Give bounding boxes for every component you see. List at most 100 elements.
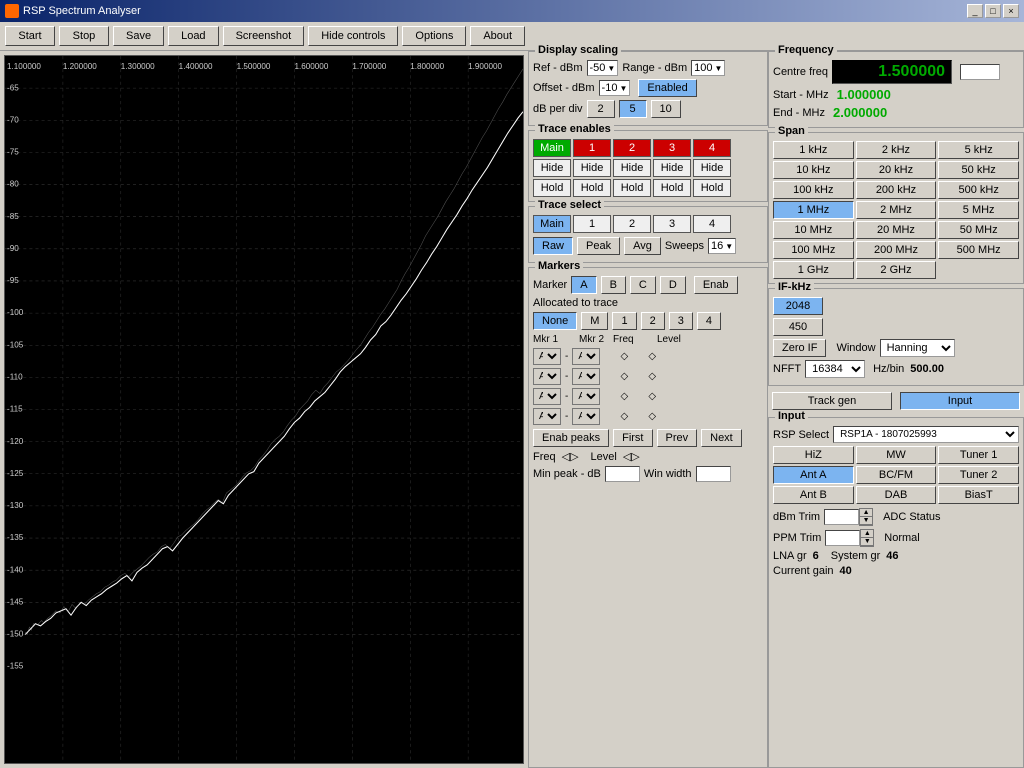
start-button[interactable]: Start [5,26,55,46]
trace-3-enable-button[interactable]: 3 [653,139,691,157]
span-500mhz[interactable]: 500 MHz [938,241,1019,259]
next-button[interactable]: Next [701,429,742,447]
trace-main-hide-button[interactable]: Hide [533,159,571,177]
hide-controls-button[interactable]: Hide controls [308,26,398,46]
mkr1-row4-select[interactable]: A [533,408,561,425]
span-50khz[interactable]: 50 kHz [938,161,1019,179]
bias-t-button[interactable]: BiasT [938,486,1019,504]
if-2048-button[interactable]: 2048 [773,297,823,315]
save-button[interactable]: Save [113,26,164,46]
trace-3-hide-button[interactable]: Hide [653,159,691,177]
first-button[interactable]: First [613,429,652,447]
mkr1-row2-select[interactable]: A [533,368,561,385]
trace-1-hide-button[interactable]: Hide [573,159,611,177]
mkr1-row1-select[interactable]: A [533,348,561,365]
span-10mhz[interactable]: 10 MHz [773,221,854,239]
trace-select-main-button[interactable]: Main [533,215,571,233]
alloc-3-button[interactable]: 3 [669,312,693,330]
trace-2-hold-button[interactable]: Hold [613,179,651,197]
ant-a-button[interactable]: Ant A [773,466,854,484]
trace-1-enable-button[interactable]: 1 [573,139,611,157]
db-5-button[interactable]: 5 [619,100,647,118]
alloc-2-button[interactable]: 2 [641,312,665,330]
span-200khz[interactable]: 200 kHz [856,181,937,199]
options-button[interactable]: Options [402,26,466,46]
tuner2-button[interactable]: Tuner 2 [938,466,1019,484]
dab-button[interactable]: DAB [856,486,937,504]
tuner1-button[interactable]: Tuner 1 [938,446,1019,464]
marker-c-button[interactable]: C [630,276,656,294]
centre-freq-value[interactable]: 1.500000 [832,60,952,84]
stop-button[interactable]: Stop [59,26,109,46]
trace-main-hold-button[interactable]: Hold [533,179,571,197]
trace-4-hide-button[interactable]: Hide [693,159,731,177]
mkr2-row4-select[interactable]: A [572,408,600,425]
input-select-button[interactable]: Input [900,392,1020,410]
ant-b-button[interactable]: Ant B [773,486,854,504]
mkr2-row1-select[interactable]: A [572,348,600,365]
span-1khz[interactable]: 1 kHz [773,141,854,159]
trace-4-hold-button[interactable]: Hold [693,179,731,197]
about-button[interactable]: About [470,26,525,46]
db-2-button[interactable]: 2 [587,100,615,118]
nfft-select[interactable]: 16384 8192 4096 [805,360,865,378]
window-select[interactable]: Hanning Blackman Flat Top [880,339,955,357]
trace-select-3-button[interactable]: 3 [653,215,691,233]
centre-freq-input[interactable] [960,64,1000,80]
span-100mhz[interactable]: 100 MHz [773,241,854,259]
peak-button[interactable]: Peak [577,237,620,255]
alloc-4-button[interactable]: 4 [697,312,721,330]
span-50mhz[interactable]: 50 MHz [938,221,1019,239]
ppm-trim-down[interactable]: ▼ [861,538,873,546]
dbm-trim-input[interactable]: 0.0 [824,509,859,525]
range-dbm-dropdown[interactable]: 100 ▼ [691,60,725,76]
trace-1-hold-button[interactable]: Hold [573,179,611,197]
raw-button[interactable]: Raw [533,237,573,255]
span-20mhz[interactable]: 20 MHz [856,221,937,239]
dbm-trim-up[interactable]: ▲ [860,509,872,517]
load-button[interactable]: Load [168,26,218,46]
maximize-button[interactable]: □ [985,4,1001,18]
span-1mhz[interactable]: 1 MHz [773,201,854,219]
ppm-trim-input[interactable]: 0.0 [825,530,860,546]
trace-2-hide-button[interactable]: Hide [613,159,651,177]
alloc-none-button[interactable]: None [533,312,577,330]
span-100khz[interactable]: 100 kHz [773,181,854,199]
hiz-button[interactable]: HiZ [773,446,854,464]
db-10-button[interactable]: 10 [651,100,681,118]
zero-if-button[interactable]: Zero IF [773,339,826,357]
mkr2-row3-select[interactable]: A [572,388,600,405]
screenshot-button[interactable]: Screenshot [223,26,305,46]
mw-button[interactable]: MW [856,446,937,464]
marker-b-button[interactable]: B [601,276,626,294]
avg-button[interactable]: Avg [624,237,661,255]
marker-d-button[interactable]: D [660,276,686,294]
track-gen-button[interactable]: Track gen [772,392,892,410]
enabled-button[interactable]: Enabled [638,79,696,97]
rsp-select-dropdown[interactable]: RSP1A - 1807025993 [833,426,1019,443]
if-450-button[interactable]: 450 [773,318,823,336]
dbm-trim-down[interactable]: ▼ [860,517,872,525]
trace-3-hold-button[interactable]: Hold [653,179,691,197]
sweeps-dropdown[interactable]: 16 ▼ [708,238,736,254]
ref-dbm-dropdown[interactable]: -50 ▼ [587,60,619,76]
span-200mhz[interactable]: 200 MHz [856,241,937,259]
mkr1-row3-select[interactable]: A [533,388,561,405]
marker-enab-button[interactable]: Enab [694,276,738,294]
span-2khz[interactable]: 2 kHz [856,141,937,159]
alloc-1-button[interactable]: 1 [612,312,636,330]
bc-fm-button[interactable]: BC/FM [856,466,937,484]
trace-select-1-button[interactable]: 1 [573,215,611,233]
span-5mhz[interactable]: 5 MHz [938,201,1019,219]
marker-a-button[interactable]: A [571,276,596,294]
close-button[interactable]: × [1003,4,1019,18]
mkr2-row2-select[interactable]: A [572,368,600,385]
alloc-m-button[interactable]: M [581,312,608,330]
trace-select-2-button[interactable]: 2 [613,215,651,233]
minimize-button[interactable]: _ [967,4,983,18]
span-2ghz[interactable]: 2 GHz [856,261,937,279]
span-2mhz[interactable]: 2 MHz [856,201,937,219]
enab-peaks-button[interactable]: Enab peaks [533,429,609,447]
offset-dbm-dropdown[interactable]: -10 ▼ [599,80,631,96]
trace-2-enable-button[interactable]: 2 [613,139,651,157]
